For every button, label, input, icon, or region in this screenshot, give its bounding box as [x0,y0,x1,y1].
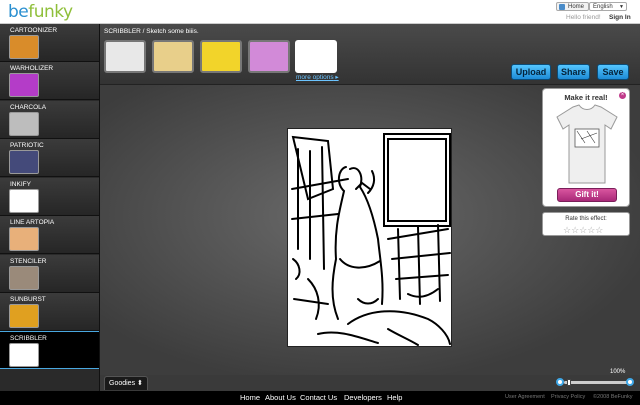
scribbled-photo-image [291,133,451,346]
zoom-in-icon[interactable] [626,378,634,386]
footer-contact-link[interactable]: Contact Us [300,393,337,402]
variant-thumb[interactable] [200,40,242,73]
effect-thumbnail [9,227,39,251]
logo-text-funky: funky [28,2,73,22]
effect-thumbnail [9,343,39,367]
logo-text: be [8,2,29,22]
tshirt-preview-icon [556,104,618,184]
footer: Home About Us Contact Us Developers Help… [0,391,640,405]
rate-effect-box: Rate this effect: ☆☆☆☆☆ [542,212,630,236]
language-select[interactable]: English ▼ [589,2,627,11]
gift-it-button[interactable]: Gift it! [557,188,617,202]
sidebar-item-stenciler[interactable]: STENCILER [0,255,99,293]
edited-photo[interactable] [287,128,452,347]
footer-privacy-link[interactable]: Privacy Policy [551,394,585,400]
top-bar: befunky Home English ▼ Hello friend! Sign… [0,0,640,24]
effect-thumbnail [9,266,39,290]
effect-label: CHARCOLA [10,104,47,111]
effect-label: SCRIBBLER [10,335,47,342]
effect-label: INKIFY [10,181,31,188]
effect-label: WARHOLIZER [10,65,54,72]
sidebar-item-scribbler[interactable]: SCRIBBLER [0,331,99,369]
rate-label: Rate this effect: [565,216,607,222]
sidebar-item-line-artopia[interactable]: LINE ARTOPIA [0,216,99,254]
befunky-logo[interactable]: befunky [8,2,73,22]
effect-label: STENCILER [10,258,47,265]
footer-user-agreement-link[interactable]: User Agreement [505,394,545,400]
effect-toolbar: SCRIBBLER / Sketch some biiis. more opti… [100,24,640,85]
home-button[interactable]: Home [556,2,590,11]
footer-help-link[interactable]: Help [387,393,402,402]
make-it-real-title: Make it real! [564,93,608,102]
effect-label: CARTOONIZER [10,27,58,34]
variant-thumb[interactable] [248,40,290,73]
variant-thumb-selected[interactable] [295,40,337,73]
zoom-level-text: 100% [610,369,626,375]
upload-button[interactable]: Upload [511,64,551,80]
zoom-slider-track[interactable] [564,381,628,384]
sidebar-item-patriotic[interactable]: PATRIOTIC [0,139,99,177]
more-options-label: more options [296,74,334,81]
star-rating[interactable]: ☆☆☆☆☆ [563,225,603,236]
sign-in-link[interactable]: Sign In [609,14,631,21]
footer-copyright: ©2008 BeFunky [593,394,633,400]
footer-home-link[interactable]: Home [240,393,260,402]
effect-label: LINE ARTOPIA [10,219,55,226]
footer-developers-link[interactable]: Developers [344,393,382,402]
effect-thumbnail [9,112,39,136]
language-value: English [593,4,613,10]
sidebar-item-cartoonizer[interactable]: CARTOONIZER [0,24,99,62]
home-icon [559,4,565,10]
close-icon[interactable]: × [619,92,626,99]
effect-thumbnail [9,189,39,213]
goodies-button[interactable]: Goodies ⬍ [104,376,148,390]
share-button[interactable]: Share [557,64,590,80]
footer-about-link[interactable]: About Us [265,393,296,402]
sidebar-item-warholizer[interactable]: WARHOLIZER [0,62,99,100]
home-label: Home [568,4,585,10]
effect-thumbnail [9,150,39,174]
effect-thumbnail [9,73,39,97]
goodies-label: Goodies [109,380,136,387]
effect-label: SUNBURST [10,296,46,303]
sidebar-item-inkify[interactable]: INKIFY [0,178,99,216]
more-options-link[interactable]: more options ▸ [296,73,339,81]
effect-thumbnail [9,304,39,328]
sidebar-item-sunburst[interactable]: SUNBURST [0,293,99,331]
variant-thumb[interactable] [104,40,146,73]
effect-title: SCRIBBLER / Sketch some biiis. [104,28,199,35]
zoom-out-icon[interactable] [556,378,564,386]
chevron-down-icon: ▼ [619,4,624,10]
zoom-slider-thumb[interactable] [567,379,571,386]
effects-sidebar: CARTOONIZER WARHOLIZER CHARCOLA PATRIOTI… [0,24,100,405]
save-button[interactable]: Save [597,64,629,80]
greeting-text: Hello friend! [566,14,601,21]
effect-label: PATRIOTIC [10,142,44,149]
variant-thumb[interactable] [152,40,194,73]
make-it-real-panel: Make it real! × Gift it! [542,88,630,207]
sidebar-item-charcola[interactable]: CHARCOLA [0,101,99,139]
effect-thumbnail [9,35,39,59]
